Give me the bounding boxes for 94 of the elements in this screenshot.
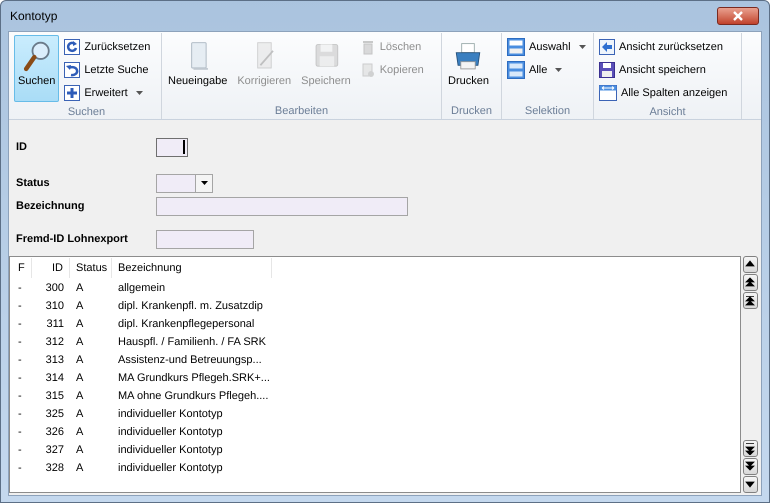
table-cell-text: - [17, 406, 23, 422]
ribbon-group-label: Bearbeiten [274, 104, 330, 119]
ribbon-button[interactable]: Auswahl [504, 36, 589, 58]
table-cell-text: 300 [44, 280, 65, 296]
list-box-icon [507, 38, 525, 56]
table-cell-text: - [17, 388, 23, 404]
table-cell-text: 313 [44, 352, 65, 368]
ribbon-button[interactable]: Alle [504, 59, 589, 81]
table-cell-text: individueller Kontotyp [117, 424, 224, 440]
table-cell-text: dipl. Krankenpfl. m. Zusatzdip [117, 298, 264, 314]
table-cell-text: 311 [45, 316, 65, 332]
close-icon [732, 11, 744, 21]
input-field[interactable] [156, 196, 408, 216]
table-cell-text: A [75, 460, 84, 476]
page-up-icon [745, 276, 755, 288]
list-box-icon [507, 61, 525, 79]
table-cell-text: 325 [44, 406, 65, 422]
ribbon-group-label: Ansicht [648, 105, 687, 120]
table-cell-text: A [75, 352, 84, 368]
table-cell-text: 315 [44, 388, 65, 404]
ribbon-button[interactable]: Letzte Suche [61, 59, 158, 81]
table-cell-text: Hauspfl. / Familienh. / FA SRK [117, 334, 267, 350]
table-cell-text: 327 [44, 442, 65, 458]
table-cell-text: A [75, 424, 84, 440]
dropdown-arrow-icon [200, 181, 208, 185]
table-cell-text: - [17, 280, 23, 296]
column-header[interactable]: ID [32, 258, 70, 278]
table-cell-text: - [17, 298, 23, 314]
table-cell-text: allgemein [117, 280, 166, 296]
column-header[interactable]: Bezeichnung [112, 258, 272, 278]
ribbon-button[interactable]: Ansicht zurücksetzen [596, 36, 734, 58]
table-cell-text: - [17, 424, 23, 440]
ribbon-button[interactable]: Ansicht speichern [596, 59, 734, 81]
table-cell-text: A [75, 388, 84, 404]
table-cell-text: 326 [44, 424, 65, 440]
table-cell-text: A [75, 370, 84, 386]
window-title: Kontotyp [10, 8, 58, 25]
table-cell-text: individueller Kontotyp [117, 460, 224, 476]
table-cell-text: - [17, 316, 23, 332]
table-cell-text: MA Grundkurs Pflegeh.SRK+... [117, 370, 271, 386]
table-cell-text: 314 [44, 370, 65, 386]
ribbon-button[interactable]: Zurücksetzen [61, 36, 158, 58]
field-label: Status [16, 176, 51, 191]
scroll-button[interactable] [742, 256, 758, 273]
table-cell-text: A [75, 406, 84, 422]
field-label: Fremd-ID Lohnexport [16, 232, 129, 247]
column-width-icon [599, 85, 617, 101]
scroll-button[interactable] [742, 476, 758, 493]
field-label: Bezeichnung [16, 198, 86, 214]
table-cell-text: 328 [44, 460, 65, 476]
copy-page-icon [360, 62, 376, 78]
ribbon-button[interactable]: Suchen [14, 35, 60, 102]
table-cell-text: - [17, 442, 23, 458]
plus-icon [64, 85, 80, 101]
table-cell-text: dipl. Krankenpflegepersonal [117, 316, 256, 332]
ribbon-group-label: Selektion [524, 104, 572, 119]
column-header[interactable]: F [10, 258, 32, 278]
column-header[interactable]: Status [70, 258, 112, 278]
table-cell-text: 312 [44, 334, 65, 350]
table-cell-text: 310 [44, 298, 65, 314]
table-cell-text: A [75, 280, 84, 296]
table-cell-text: individueller Kontotyp [117, 406, 224, 422]
table-cell-text: MA ohne Grundkurs Pflegeh.... [117, 388, 270, 404]
field-label: ID [16, 140, 28, 155]
scroll-button[interactable] [742, 440, 758, 457]
scroll-top-icon [745, 294, 755, 306]
table-cell-text: A [75, 442, 84, 458]
input-field[interactable] [156, 230, 254, 248]
table-cell-text: - [17, 370, 23, 386]
ribbon-button[interactable]: Neueingabe [164, 35, 232, 102]
table-cell-text: - [17, 352, 23, 368]
scroll-button[interactable] [742, 458, 758, 475]
scroll-bottom-icon [745, 442, 755, 454]
table-cell-text: individueller Kontotyp [117, 442, 224, 458]
ribbon-group-label: Drucken [450, 104, 493, 119]
close-button[interactable] [717, 7, 759, 25]
scroll-button[interactable] [742, 292, 758, 309]
ribbon-group-label: Suchen [66, 105, 106, 120]
reset-arrow-icon [64, 39, 80, 55]
scroll-button[interactable] [742, 274, 758, 291]
ribbon-button[interactable]: Erweitert [61, 82, 158, 104]
table-cell-text: A [75, 298, 84, 314]
text-cursor [183, 140, 185, 154]
ribbon-button[interactable]: Drucken [444, 35, 493, 102]
left-arrow-icon [599, 39, 615, 55]
table-cell-text: Assistenz-und Betreuungsp... [117, 352, 263, 368]
table-cell-text: - [17, 460, 23, 476]
page-down-icon [745, 460, 755, 472]
scroll-down-icon [745, 478, 755, 490]
table-cell-text: A [75, 334, 84, 350]
input-field[interactable] [156, 138, 188, 156]
ribbon-button[interactable]: Alle Spalten anzeigen [596, 82, 734, 104]
table-cell-text: - [17, 334, 23, 350]
table-cell-text: A [75, 316, 84, 332]
